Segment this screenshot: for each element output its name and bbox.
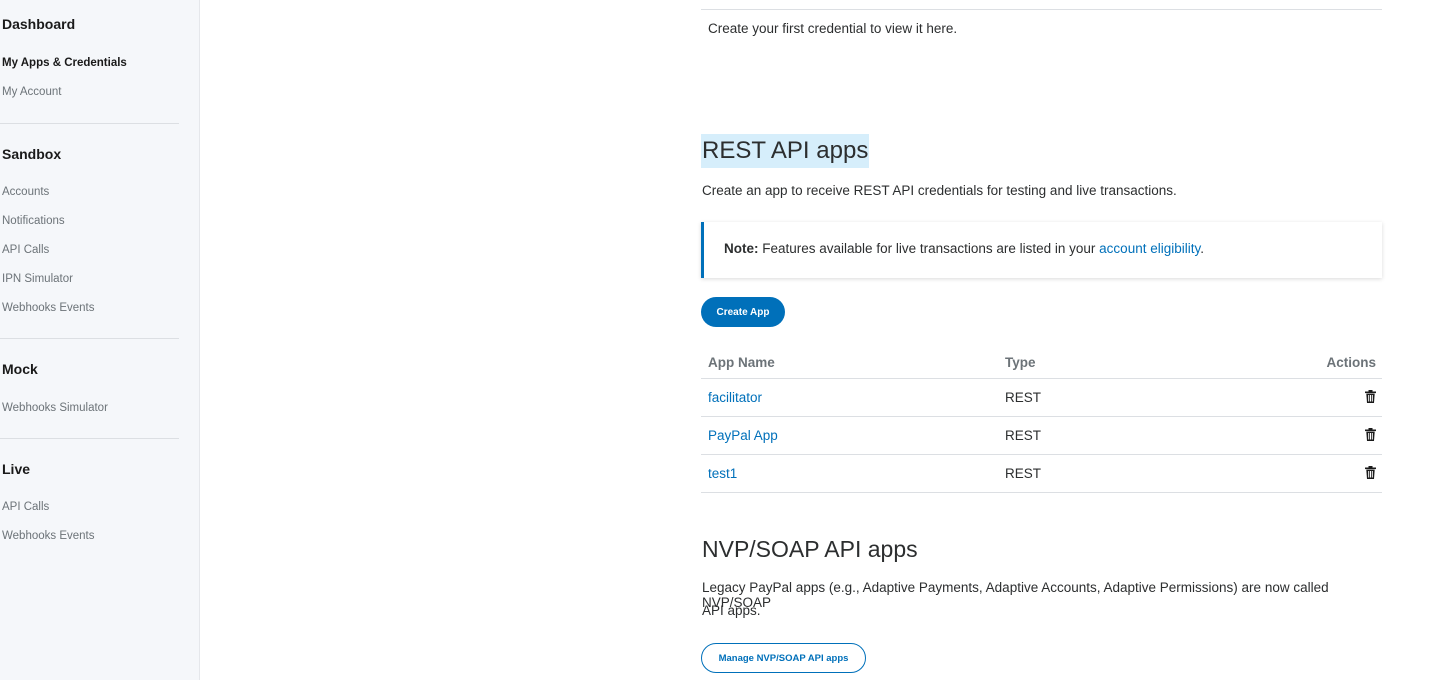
sidebar-item-my-apps[interactable]: My Apps & Credentials xyxy=(2,57,127,69)
app-name-link[interactable]: PayPal App xyxy=(708,428,778,443)
create-app-button[interactable]: Create App xyxy=(701,297,785,327)
account-eligibility-link[interactable]: account eligibility xyxy=(1099,241,1200,256)
sidebar-item-notifications[interactable]: Notifications xyxy=(2,215,65,227)
sidebar-heading-live: Live xyxy=(2,461,31,477)
divider xyxy=(701,9,1382,10)
rest-apps-title: REST API apps xyxy=(701,134,870,168)
trash-icon[interactable] xyxy=(1365,390,1376,403)
sidebar-heading-sandbox: Sandbox xyxy=(2,146,62,162)
divider xyxy=(0,438,179,439)
sidebar-item-my-account[interactable]: My Account xyxy=(2,86,61,98)
divider xyxy=(0,338,179,339)
app-name-link[interactable]: test1 xyxy=(708,466,737,481)
app-name-link[interactable]: facilitator xyxy=(708,390,762,405)
sidebar-heading-mock: Mock xyxy=(2,361,38,377)
sidebar-item-live-api-calls[interactable]: API Calls xyxy=(2,501,49,513)
sidebar: Dashboard My Apps & Credentials My Accou… xyxy=(0,0,200,680)
trash-icon[interactable] xyxy=(1365,466,1376,479)
nvp-apps-title: NVP/SOAP API apps xyxy=(702,536,918,562)
sidebar-heading-dashboard: Dashboard xyxy=(2,16,76,32)
sidebar-item-webhooks-simulator[interactable]: Webhooks Simulator xyxy=(2,402,108,414)
note-box: Note: Features available for live transa… xyxy=(701,222,1382,278)
column-app-name: App Name xyxy=(708,355,775,370)
table-row: test1 REST xyxy=(701,454,1382,492)
divider xyxy=(701,492,1382,493)
note-text: Features available for live transactions… xyxy=(758,241,1100,256)
sidebar-item-webhooks-events[interactable]: Webhooks Events xyxy=(2,302,94,314)
column-actions: Actions xyxy=(1326,355,1376,370)
app-type: REST xyxy=(1005,466,1042,481)
sidebar-item-accounts[interactable]: Accounts xyxy=(2,186,49,198)
table-row: facilitator REST xyxy=(701,378,1382,416)
note-end: . xyxy=(1200,241,1204,256)
sidebar-item-api-calls[interactable]: API Calls xyxy=(2,244,49,256)
nvp-description-line1: Legacy PayPal apps (e.g., Adaptive Payme… xyxy=(702,580,1329,610)
divider xyxy=(0,123,179,124)
nvp-description-line2: API apps. xyxy=(702,603,761,618)
credentials-empty-text: Create your first credential to view it … xyxy=(708,21,958,36)
column-type: Type xyxy=(1005,355,1036,370)
sidebar-item-live-webhooks-events[interactable]: Webhooks Events xyxy=(2,530,94,542)
app-type: REST xyxy=(1005,390,1042,405)
note-label: Note: xyxy=(724,241,759,256)
rest-apps-description: Create an app to receive REST API creden… xyxy=(702,183,1177,198)
manage-nvp-soap-button[interactable]: Manage NVP/SOAP API apps xyxy=(701,643,866,673)
app-type: REST xyxy=(1005,428,1042,443)
sidebar-item-ipn-simulator[interactable]: IPN Simulator xyxy=(2,273,73,285)
table-row: PayPal App REST xyxy=(701,416,1382,454)
trash-icon[interactable] xyxy=(1365,428,1376,441)
